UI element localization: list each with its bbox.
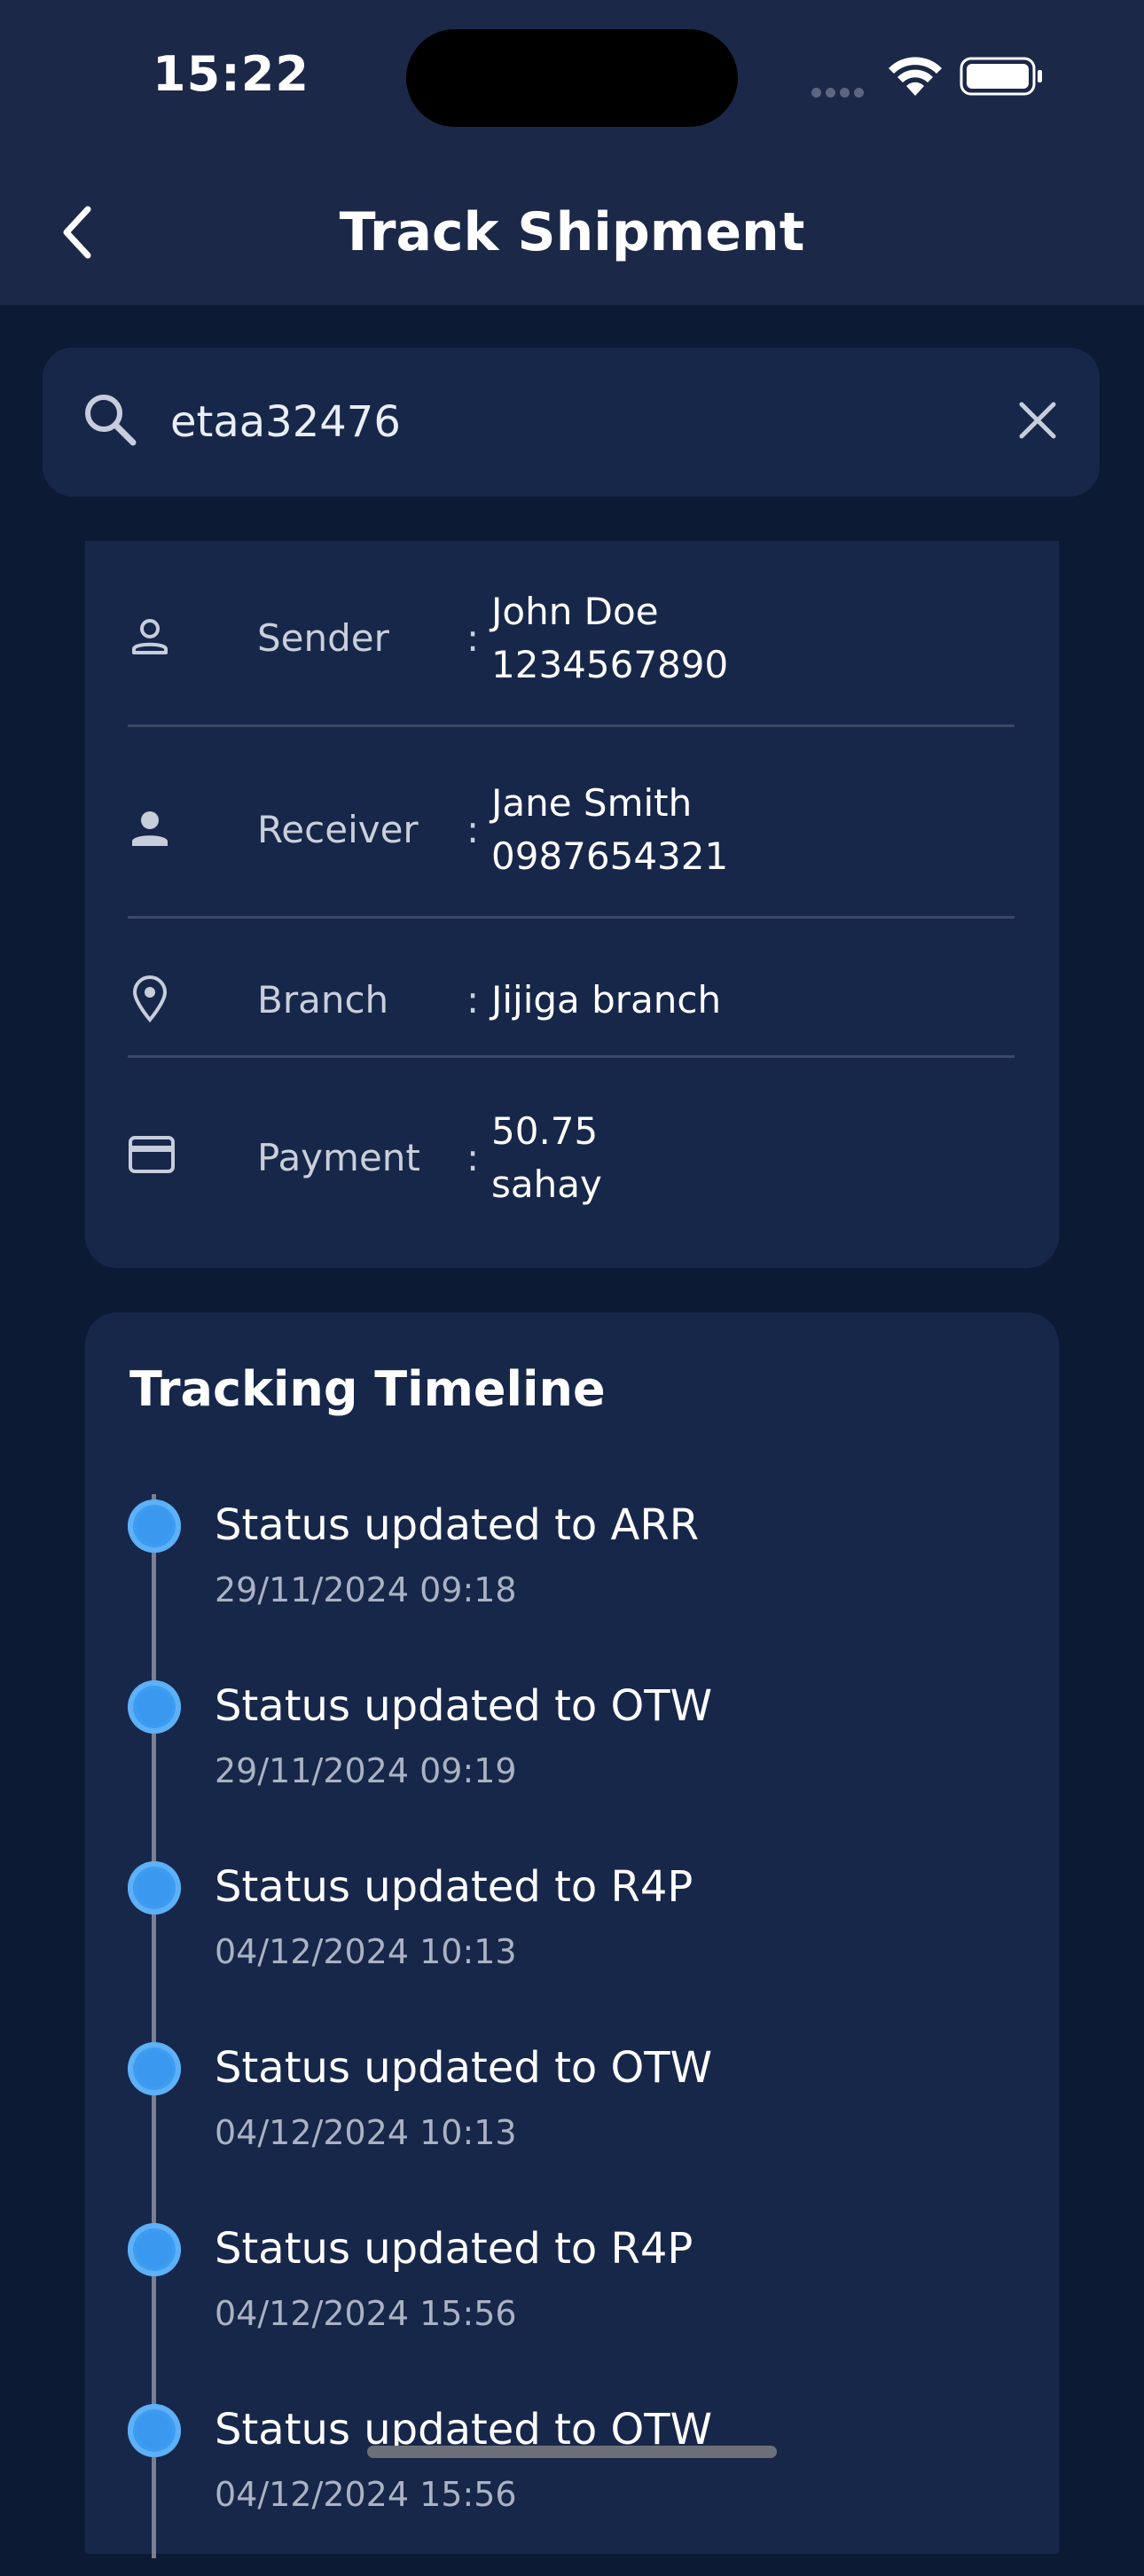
timeline-dot-icon: [128, 1680, 181, 1734]
close-icon: [1019, 402, 1056, 439]
divider: [128, 1055, 1015, 1058]
timeline-item: Status updated to R4P 04/12/2024 15:56: [85, 2218, 1059, 2395]
location-pin-icon: [128, 974, 172, 1027]
clear-search-button[interactable]: [1009, 392, 1066, 449]
payment-method: sahay: [491, 1163, 602, 1206]
timeline-item: Status updated to OTW 29/11/2024 09:19: [85, 1675, 1059, 1852]
sender-name: John Doe: [491, 590, 659, 633]
timeline-item: Status updated to R4P 04/12/2024 10:13: [85, 1856, 1059, 2033]
app-bar: 15:22 Track Shipment: [0, 0, 1144, 305]
timeline-timestamp: 04/12/2024 10:13: [215, 1932, 517, 1971]
credit-card-icon: [128, 1135, 176, 1178]
separator: :: [466, 616, 480, 660]
separator: :: [466, 1136, 480, 1179]
payment-row: Payment : 50.75 sahay: [128, 1098, 1015, 1222]
branch-row: Branch : Jijiga branch: [128, 958, 1015, 1046]
person-icon: [128, 807, 172, 855]
payment-amount: 50.75: [491, 1109, 599, 1153]
receiver-name: Jane Smith: [491, 781, 693, 825]
timeline-dot-icon: [128, 2042, 181, 2095]
receiver-label: Receiver: [257, 808, 419, 851]
timeline-timestamp: 29/11/2024 09:18: [215, 1570, 517, 1609]
shipment-info-card: Sender : John Doe 1234567890 Receiver : …: [85, 541, 1059, 1268]
status-time: 15:22: [153, 46, 310, 102]
timeline-status: Status updated to OTW: [215, 1681, 713, 1731]
branch-value: Jijiga branch: [491, 978, 722, 1022]
separator: :: [466, 978, 480, 1022]
timeline-dot-icon: [128, 1499, 181, 1553]
tracking-timeline-card: Tracking Timeline Status updated to ARR …: [85, 1312, 1059, 2558]
divider: [128, 916, 1015, 919]
sender-label: Sender: [257, 616, 389, 660]
timeline-status: Status updated to OTW: [215, 2043, 713, 2093]
timeline-item: Status updated to OTW 04/12/2024 15:56: [85, 2399, 1059, 2576]
sender-row: Sender : John Doe 1234567890: [128, 578, 1015, 702]
timeline-timestamp: 04/12/2024 15:56: [215, 2475, 517, 2514]
person-outline-icon: [128, 615, 172, 663]
receiver-row: Receiver : Jane Smith 0987654321: [128, 770, 1015, 894]
timeline-dot-icon: [128, 2404, 181, 2457]
home-indicator[interactable]: [367, 2446, 777, 2458]
battery-icon: [960, 57, 1045, 99]
timeline-status: Status updated to R4P: [215, 2224, 693, 2274]
search-input[interactable]: etaa32476: [170, 394, 401, 450]
search-field[interactable]: etaa32476: [43, 348, 1100, 497]
cellular-signal-icon: [811, 84, 868, 101]
dynamic-island: [406, 29, 738, 127]
divider: [128, 724, 1015, 727]
page-title: Track Shipment: [339, 201, 805, 263]
payment-label: Payment: [257, 1136, 420, 1179]
timeline-timestamp: 04/12/2024 15:56: [215, 2294, 517, 2333]
timeline-item: Status updated to OTW 04/12/2024 10:13: [85, 2037, 1059, 2214]
search-icon: [80, 389, 142, 455]
timeline-status: Status updated to ARR: [215, 1500, 700, 1550]
timeline-dot-icon: [128, 2223, 181, 2276]
separator: :: [466, 808, 480, 851]
timeline-status: Status updated to R4P: [215, 1862, 693, 1912]
branch-label: Branch: [257, 978, 389, 1022]
timeline-dot-icon: [128, 1861, 181, 1914]
timeline-timestamp: 29/11/2024 09:19: [215, 1751, 517, 1790]
timeline-timestamp: 04/12/2024 10:13: [215, 2113, 517, 2152]
timeline-title: Tracking Timeline: [129, 1361, 606, 1417]
sender-phone: 1234567890: [491, 643, 729, 686]
receiver-phone: 0987654321: [491, 834, 729, 878]
wifi-icon: [887, 55, 944, 101]
timeline-item: Status updated to ARR 29/11/2024 09:18: [85, 1494, 1059, 1672]
